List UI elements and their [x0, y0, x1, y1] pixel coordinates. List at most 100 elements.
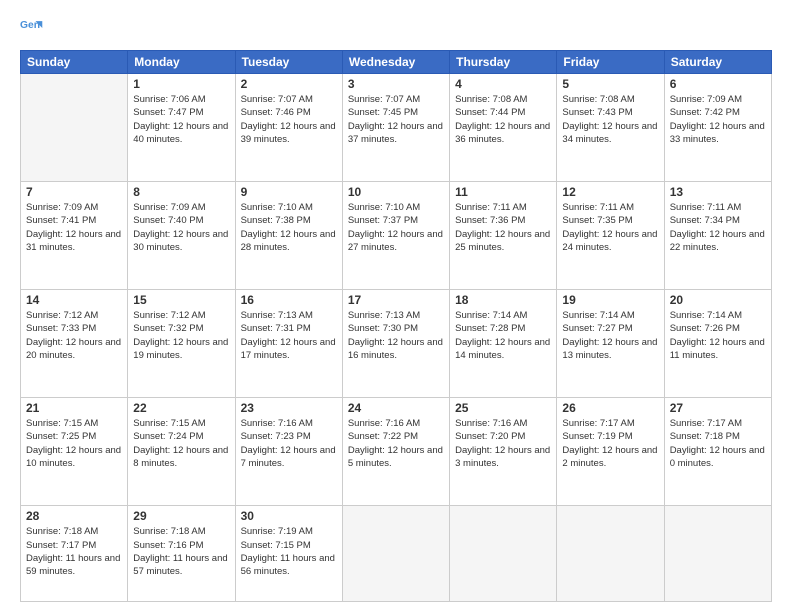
- sunrise-text: Sunrise: 7:18 AM: [26, 526, 98, 537]
- sunset-text: Sunset: 7:42 PM: [670, 107, 740, 118]
- day-cell-8: 8 Sunrise: 7:09 AMSunset: 7:40 PMDaylight…: [128, 182, 235, 290]
- day-info: Sunrise: 7:09 AMSunset: 7:42 PMDaylight:…: [670, 93, 766, 146]
- day-info: Sunrise: 7:06 AMSunset: 7:47 PMDaylight:…: [133, 93, 229, 146]
- daylight-text: Daylight: 12 hours and 20 minutes.: [26, 337, 121, 361]
- sunrise-text: Sunrise: 7:17 AM: [670, 418, 742, 429]
- day-cell-19: 19 Sunrise: 7:14 AM Sunset: 7:27 PM Dayligh…: [557, 290, 664, 398]
- day-info: Sunrise: 7:15 AMSunset: 7:25 PMDaylight:…: [26, 417, 122, 470]
- day-info: Sunrise: 7:18 AMSunset: 7:16 PMDaylight:…: [133, 525, 229, 578]
- day-number: 29: [133, 509, 229, 523]
- day-info: Sunrise: 7:13 AMSunset: 7:31 PMDaylight:…: [241, 309, 337, 362]
- day-info: Sunrise: 7:11 AMSunset: 7:36 PMDaylight:…: [455, 201, 551, 254]
- daylight-text: Daylight: 12 hours and 2 minutes.: [562, 445, 657, 469]
- day-cell-6: 6Sunrise: 7:09 AMSunset: 7:42 PMDaylight…: [664, 74, 771, 182]
- day-number: 8: [133, 185, 229, 199]
- calendar-header-row: SundayMondayTuesdayWednesdayThursdayFrid…: [21, 51, 772, 74]
- sunrise-text: Sunrise: 7:15 AM: [133, 418, 205, 429]
- day-cell-15: 15 Sunrise: 7:12 AMSunset: 7:32 PMDayligh…: [128, 290, 235, 398]
- daylight-text: Daylight: 12 hours and 3 minutes.: [455, 445, 550, 469]
- daylight-text: Daylight: 12 hours and 13 minutes.: [562, 337, 657, 361]
- daylight-text: Daylight: 12 hours and 14 minutes.: [455, 337, 550, 361]
- day-info: Sunrise: 7:08 AMSunset: 7:44 PMDaylight:…: [455, 93, 551, 146]
- sunrise-text: Sunrise: 7:07 AM: [241, 94, 313, 105]
- day-info: Sunrise: 7:19 AM Sunset: 7:15 PM Daylight:…: [241, 525, 337, 578]
- sunset-text: Sunset: 7:37 PM: [348, 215, 418, 226]
- daylight-text: Daylight: 12 hours and 34 minutes.: [562, 121, 657, 145]
- day-cell-20: 20Sunrise: 7:14 AMSunset: 7:26 PMDayligh…: [664, 290, 771, 398]
- day-number: 15: [133, 293, 229, 307]
- day-number: 9: [241, 185, 337, 199]
- day-info: Sunrise: 7:12 AMSunset: 7:32 PMDaylight:…: [133, 309, 229, 362]
- col-header-monday: Monday: [128, 51, 235, 74]
- day-number: 14: [26, 293, 122, 307]
- day-info: Sunrise: 7:17 AM Sunset: 7:18 PM Daylight:…: [670, 417, 766, 470]
- empty-cell: [557, 506, 664, 602]
- day-number: 30: [241, 509, 337, 523]
- day-info: Sunrise: 7:17 AMSunset: 7:19 PMDaylight:…: [562, 417, 658, 470]
- day-number: 19: [562, 293, 658, 307]
- sunrise-text: Sunrise: 7:16 AM: [241, 418, 313, 429]
- sunrise-text: Sunrise: 7:08 AM: [455, 94, 527, 105]
- daylight-text: Daylight: 12 hours and 16 minutes.: [348, 337, 443, 361]
- sunset-text: Sunset: 7:27 PM: [562, 323, 632, 334]
- col-header-wednesday: Wednesday: [342, 51, 449, 74]
- daylight-text: Daylight: 12 hours and 0 minutes.: [670, 445, 765, 469]
- day-info: Sunrise: 7:11 AMSunset: 7:34 PMDaylight:…: [670, 201, 766, 254]
- sunrise-text: Sunrise: 7:09 AM: [670, 94, 742, 105]
- day-info: Sunrise: 7:14 AMSunset: 7:28 PMDaylight:…: [455, 309, 551, 362]
- day-cell-5: 5Sunrise: 7:08 AMSunset: 7:43 PMDaylight…: [557, 74, 664, 182]
- sunset-text: Sunset: 7:22 PM: [348, 431, 418, 442]
- sunset-text: Sunset: 7:15 PM: [241, 540, 311, 551]
- day-cell-16: 16Sunrise: 7:13 AMSunset: 7:31 PMDayligh…: [235, 290, 342, 398]
- day-cell-13: 13Sunrise: 7:11 AMSunset: 7:34 PMDayligh…: [664, 182, 771, 290]
- day-info: Sunrise: 7:14 AM Sunset: 7:27 PM Daylight:…: [562, 309, 658, 362]
- col-header-friday: Friday: [557, 51, 664, 74]
- daylight-text: Daylight: 12 hours and 8 minutes.: [133, 445, 228, 469]
- day-cell-23: 23Sunrise: 7:16 AMSunset: 7:23 PMDayligh…: [235, 398, 342, 506]
- day-info: Sunrise: 7:16 AMSunset: 7:20 PMDaylight:…: [455, 417, 551, 470]
- sunrise-text: Sunrise: 7:10 AM: [241, 202, 313, 213]
- empty-cell: [21, 74, 128, 182]
- sunrise-text: Sunrise: 7:19 AM: [241, 526, 313, 537]
- sunset-text: Sunset: 7:24 PM: [133, 431, 203, 442]
- sunset-text: Sunset: 7:35 PM: [562, 215, 632, 226]
- sunset-text: Sunset: 7:20 PM: [455, 431, 525, 442]
- sunrise-text: Sunrise: 7:14 AM: [670, 310, 742, 321]
- week-row-1: 1 Sunrise: 7:06 AMSunset: 7:47 PMDaylight…: [21, 74, 772, 182]
- day-cell-3: 3Sunrise: 7:07 AMSunset: 7:45 PMDaylight…: [342, 74, 449, 182]
- sunset-text: Sunset: 7:38 PM: [241, 215, 311, 226]
- sunset-text: Sunset: 7:18 PM: [670, 431, 740, 442]
- day-info: Sunrise: 7:10 AMSunset: 7:37 PMDaylight:…: [348, 201, 444, 254]
- day-cell-9: 9Sunrise: 7:10 AMSunset: 7:38 PMDaylight…: [235, 182, 342, 290]
- day-number: 1: [133, 77, 229, 91]
- sunset-text: Sunset: 7:46 PM: [241, 107, 311, 118]
- day-info: Sunrise: 7:18 AMSunset: 7:17 PMDaylight:…: [26, 525, 122, 578]
- day-info: Sunrise: 7:07 AMSunset: 7:45 PMDaylight:…: [348, 93, 444, 146]
- day-info: Sunrise: 7:09 AMSunset: 7:40 PMDaylight:…: [133, 201, 229, 254]
- col-header-thursday: Thursday: [450, 51, 557, 74]
- day-info: Sunrise: 7:11 AMSunset: 7:35 PMDaylight:…: [562, 201, 658, 254]
- sunset-text: Sunset: 7:25 PM: [26, 431, 96, 442]
- sunrise-text: Sunrise: 7:17 AM: [562, 418, 634, 429]
- sunrise-text: Sunrise: 7:16 AM: [348, 418, 420, 429]
- sunset-text: Sunset: 7:44 PM: [455, 107, 525, 118]
- col-header-saturday: Saturday: [664, 51, 771, 74]
- sunset-text: Sunset: 7:33 PM: [26, 323, 96, 334]
- sunrise-text: Sunrise: 7:14 AM: [562, 310, 634, 321]
- sunset-text: Sunset: 7:16 PM: [133, 540, 203, 551]
- day-cell-26: 26 Sunrise: 7:17 AMSunset: 7:19 PMDayligh…: [557, 398, 664, 506]
- day-number: 26: [562, 401, 658, 415]
- day-cell-24: 24Sunrise: 7:16 AMSunset: 7:22 PMDayligh…: [342, 398, 449, 506]
- daylight-text: Daylight: 11 hours and 56 minutes.: [241, 553, 335, 577]
- day-cell-27: 27Sunrise: 7:17 AMSunset: 7:18 PMDayligh…: [664, 398, 771, 506]
- sunset-text: Sunset: 7:34 PM: [670, 215, 740, 226]
- sunrise-text: Sunrise: 7:08 AM: [562, 94, 634, 105]
- header: Gen: [20, 16, 772, 40]
- day-number: 18: [455, 293, 551, 307]
- day-cell-1: 1 Sunrise: 7:06 AMSunset: 7:47 PMDaylight…: [128, 74, 235, 182]
- logo-icon: Gen: [20, 16, 44, 40]
- daylight-text: Daylight: 12 hours and 39 minutes.: [241, 121, 336, 145]
- empty-cell: [664, 506, 771, 602]
- sunset-text: Sunset: 7:28 PM: [455, 323, 525, 334]
- logo: Gen: [20, 16, 48, 40]
